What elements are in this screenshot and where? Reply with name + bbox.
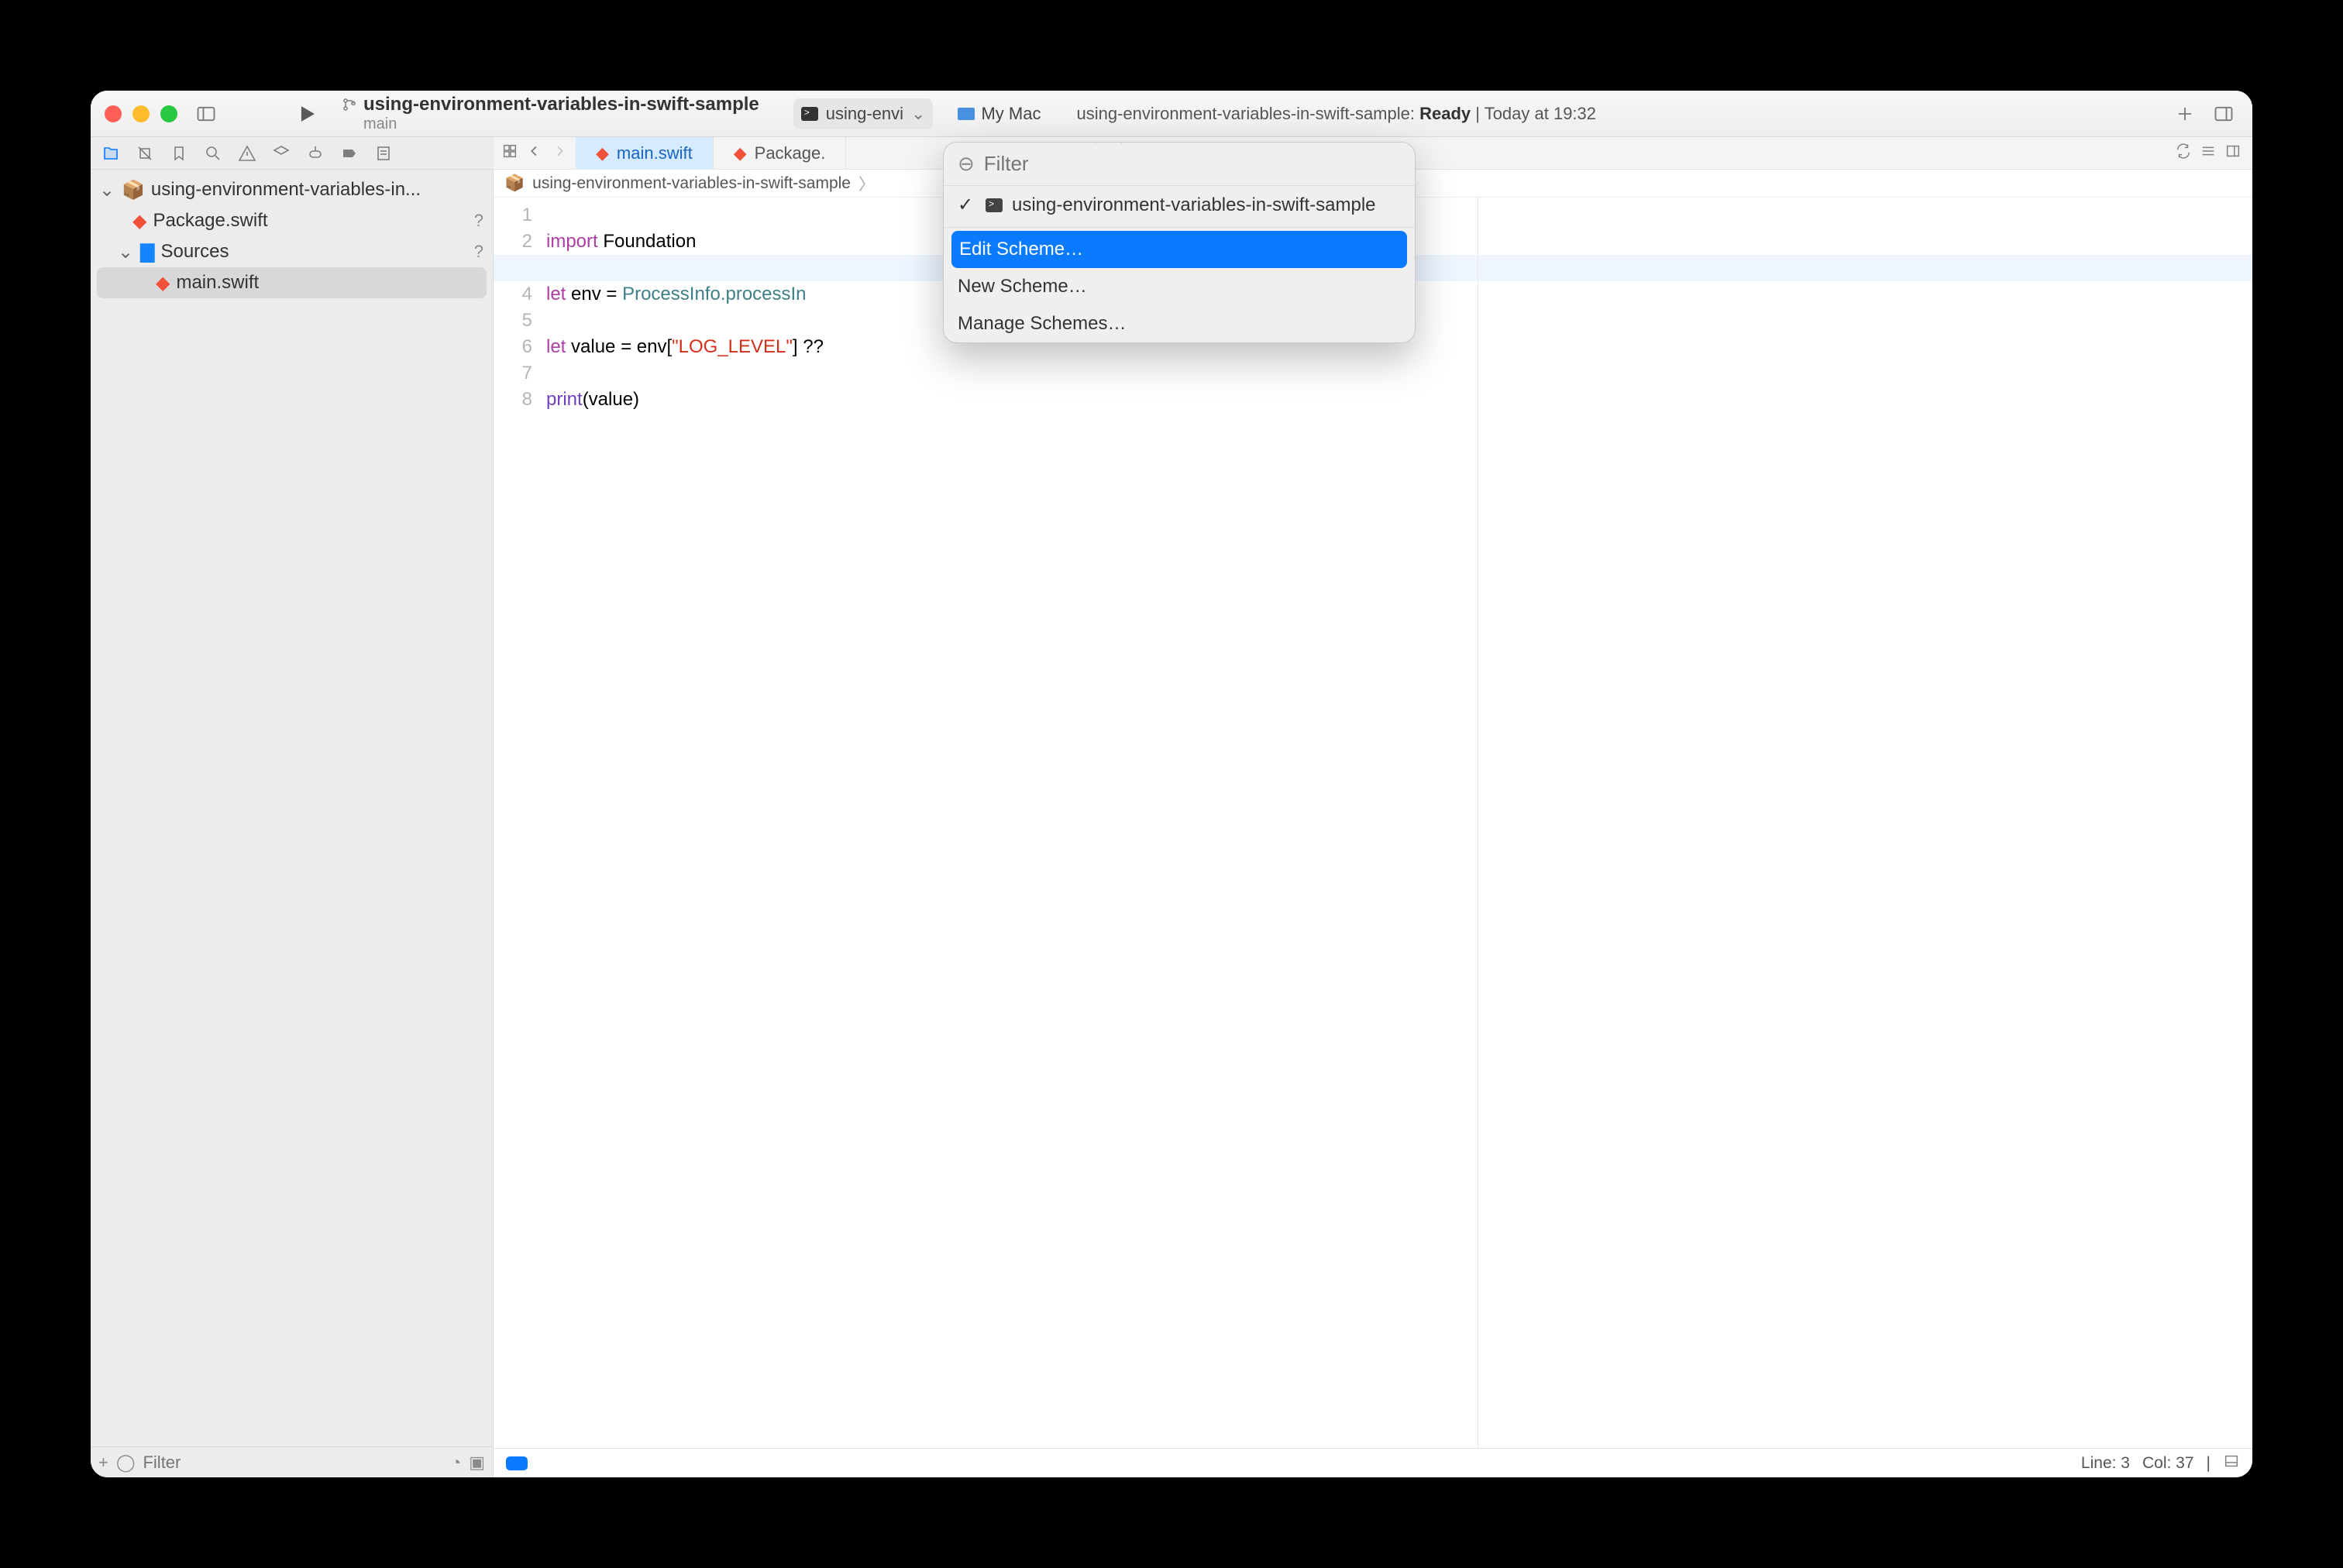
back-button[interactable] (526, 143, 543, 163)
source-control-navigator-icon[interactable] (132, 141, 157, 166)
navigator-filter-bar: + ◯ ◔ ▣ (91, 1446, 493, 1477)
test-navigator-icon[interactable] (269, 141, 294, 166)
add-button[interactable] (2170, 99, 2200, 129)
chevron-down-icon[interactable]: ⌄ (98, 179, 115, 201)
popover-edit-scheme[interactable]: Edit Scheme… (951, 231, 1407, 268)
tree-root[interactable]: ⌄ 📦 using-environment-variables-in... (91, 174, 493, 205)
bookmark-navigator-icon[interactable] (167, 141, 191, 166)
find-navigator-icon[interactable] (201, 141, 225, 166)
close-icon[interactable] (105, 105, 122, 122)
mac-icon (958, 108, 975, 120)
editor-sync-icon[interactable] (2175, 143, 2192, 163)
editor-tabs: ◆ main.swift ◆ Package. (576, 137, 846, 170)
editor-area: 📦 using-environment-variables-in-swift-s… (494, 170, 2252, 1477)
breakpoint-navigator-icon[interactable] (337, 141, 362, 166)
destination-selector[interactable]: My Mac (958, 104, 1041, 124)
report-navigator-icon[interactable] (371, 141, 396, 166)
library-button[interactable] (2209, 99, 2238, 129)
activity-status: using-environment-variables-in-swift-sam… (1076, 104, 1596, 124)
project-navigator-icon[interactable] (98, 141, 123, 166)
filter-scope-icon[interactable]: ◯ (116, 1453, 136, 1473)
cursor-col: Col: 37 (2142, 1454, 2194, 1473)
titlebar: using-environment-variables-in-swift-sam… (91, 91, 2252, 137)
tree-item-package-swift[interactable]: ◆ Package.swift ? (91, 205, 493, 236)
scheme-selector[interactable]: using-envi ⌄ (793, 98, 934, 129)
navigator-sidebar: ⌄ 📦 using-environment-variables-in... ◆ … (91, 170, 494, 1477)
add-icon[interactable]: + (98, 1453, 108, 1473)
adjust-editor-icon[interactable] (2224, 143, 2242, 163)
debug-navigator-icon[interactable] (303, 141, 328, 166)
filter-icon: ⊖ (958, 152, 975, 176)
issue-navigator-icon[interactable] (235, 141, 260, 166)
editor-statusbar: Line: 3 Col: 37 | (494, 1448, 2252, 1477)
minimize-icon[interactable] (132, 105, 150, 122)
recent-icon[interactable]: ◔ (451, 1453, 461, 1473)
package-icon: 📦 (504, 174, 525, 193)
forward-button[interactable] (551, 143, 568, 163)
branch-name: main (363, 115, 759, 132)
window-controls (105, 105, 177, 122)
package-icon: 📦 (122, 179, 145, 201)
terminal-icon (801, 107, 818, 121)
swift-icon: ◆ (596, 143, 609, 163)
scheme-label: using-envi (826, 104, 903, 124)
navigator-filter-input[interactable] (143, 1453, 442, 1473)
bottom-panel-icon[interactable] (2223, 1453, 2240, 1474)
project-tree: ⌄ 📦 using-environment-variables-in... ◆ … (91, 170, 493, 1446)
popover-new-scheme[interactable]: New Scheme… (944, 268, 1415, 305)
run-button[interactable] (292, 99, 322, 129)
divider (944, 227, 1415, 228)
title-block: using-environment-variables-in-swift-sam… (342, 95, 759, 132)
popover-scheme-item[interactable]: ✓ using-environment-variables-in-swift-s… (944, 186, 1415, 224)
cursor-line: Line: 3 (2081, 1454, 2130, 1473)
checkmark-icon: ✓ (958, 194, 976, 216)
swift-icon: ◆ (132, 210, 146, 232)
related-items-icon[interactable] (501, 143, 518, 163)
zoom-icon[interactable] (160, 105, 177, 122)
navigator-toolbar (91, 137, 494, 170)
terminal-icon (986, 198, 1003, 212)
tab-package-swift[interactable]: ◆ Package. (714, 137, 847, 170)
chevron-right-icon: 〉 (858, 172, 875, 195)
editor-options-icon[interactable] (2200, 143, 2217, 163)
scheme-popover: ⊖ ✓ using-environment-variables-in-swift… (943, 142, 1416, 343)
line-gutter: 1 2 3 4 5 6 7 8 (494, 198, 542, 1448)
tree-item-main-swift[interactable]: ◆ main.swift (97, 267, 487, 298)
xcode-window: using-environment-variables-in-swift-sam… (91, 91, 2252, 1477)
destination-label: My Mac (981, 104, 1041, 124)
folder-icon: ▇ (140, 241, 154, 263)
scm-filter-icon[interactable]: ▣ (469, 1453, 485, 1473)
swift-icon: ◆ (156, 272, 170, 294)
tree-item-sources[interactable]: ⌄ ▇ Sources ? (91, 236, 493, 267)
source-text[interactable]: import Foundation let env = ProcessInfo.… (542, 198, 2252, 1448)
branch-icon (342, 97, 357, 112)
tab-main-swift[interactable]: ◆ main.swift (576, 137, 714, 170)
popover-filter-input[interactable] (984, 152, 1401, 176)
project-title: using-environment-variables-in-swift-sam… (363, 95, 759, 115)
swift-icon: ◆ (734, 143, 747, 163)
content-area: ⌄ 📦 using-environment-variables-in... ◆ … (91, 170, 2252, 1477)
status-indicator-icon[interactable] (506, 1456, 528, 1470)
toggle-sidebar-button[interactable] (191, 99, 221, 129)
popover-filter-row: ⊖ (944, 143, 1415, 186)
code-editor[interactable]: 1 2 3 4 5 6 7 8 import Foundation let en… (494, 198, 2252, 1448)
chevron-down-icon: ⌄ (911, 104, 925, 124)
popover-manage-schemes[interactable]: Manage Schemes… (944, 305, 1415, 342)
chevron-down-icon[interactable]: ⌄ (117, 241, 134, 263)
